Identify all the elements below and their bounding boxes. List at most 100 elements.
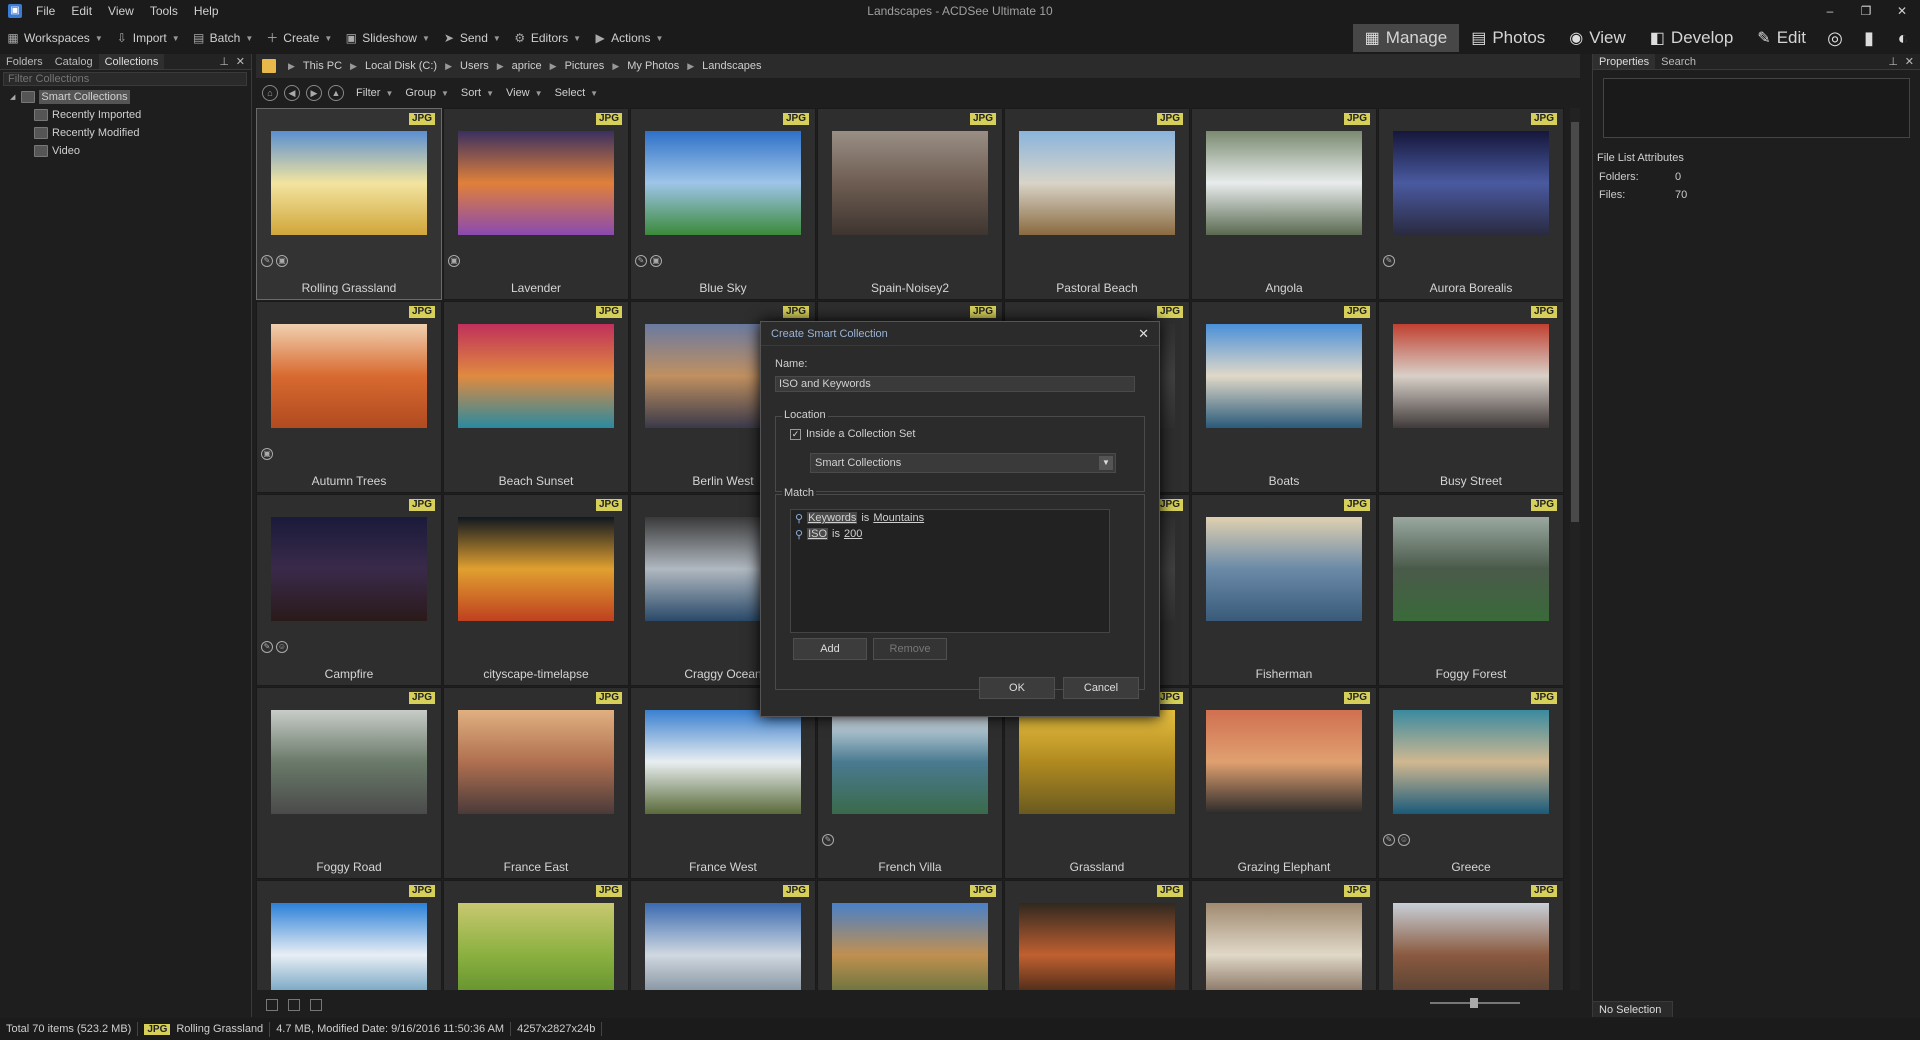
thumbnail-tile[interactable]: JPG Busy Street — [1378, 301, 1564, 493]
breadcrumb-users[interactable]: Users — [460, 60, 489, 72]
back-icon[interactable]: ◀ — [284, 85, 300, 101]
rotate-left-icon[interactable] — [266, 999, 278, 1011]
restore-icon[interactable]: ❐ — [1848, 0, 1884, 22]
thumbnail-tile[interactable]: JPG Foggy Forest — [1378, 494, 1564, 686]
thumbnail-tile[interactable]: JPG ✎ ☺ Campfire — [256, 494, 442, 686]
tree-item-recently-imported[interactable]: Recently Imported — [0, 106, 251, 124]
thumbnail-image[interactable] — [458, 903, 614, 990]
vertical-scrollbar[interactable] — [1570, 108, 1580, 990]
thumbnail-image[interactable] — [645, 710, 801, 814]
collection-name-input[interactable] — [775, 376, 1135, 392]
tree-item-recently-modified[interactable]: Recently Modified — [0, 124, 251, 142]
mode-manage[interactable]: ▦ Manage — [1352, 24, 1460, 52]
thumbnail-tile[interactable]: JPG Angola — [1191, 108, 1377, 300]
mode-develop[interactable]: ◧ Develop — [1638, 24, 1746, 52]
remove-rule-button[interactable]: Remove — [873, 638, 947, 660]
thumbnail-tile[interactable]: JPG — [1004, 880, 1190, 990]
zoom-slider-knob[interactable] — [1470, 998, 1478, 1008]
breadcrumb-landscapes[interactable]: Landscapes — [702, 60, 761, 72]
thumbnail-image[interactable] — [458, 324, 614, 428]
tree-item-smart-collections[interactable]: ◢ Smart Collections — [0, 88, 251, 106]
mode-view[interactable]: ◉ View — [1557, 24, 1638, 52]
close-pane-icon[interactable]: ✕ — [1905, 54, 1914, 70]
nav-menu-view[interactable]: View ▼ — [506, 87, 543, 99]
thumbnail-tile[interactable]: JPG Fisherman — [1191, 494, 1377, 686]
rule-operator[interactable]: is — [832, 528, 840, 540]
thumbnail-image[interactable] — [271, 324, 427, 428]
thumbnail-tile[interactable]: JPG — [256, 880, 442, 990]
mode-photos[interactable]: ▤ Photos — [1459, 24, 1557, 52]
close-pane-icon[interactable]: ✕ — [236, 54, 245, 70]
thumbnail-image[interactable] — [1393, 131, 1549, 235]
thumbnail-tile[interactable]: JPG ✎ Aurora Borealis — [1378, 108, 1564, 300]
close-icon[interactable]: ✕ — [1884, 0, 1920, 22]
menu-file[interactable]: File — [28, 4, 63, 18]
chevron-down-icon[interactable]: ▼ — [1099, 456, 1113, 470]
thumbnail-tile[interactable]: JPG ✎ ☺ Greece — [1378, 687, 1564, 879]
menu-help[interactable]: Help — [186, 4, 227, 18]
365-icon[interactable]: ◎ — [1818, 24, 1852, 52]
rotate-right-icon[interactable] — [288, 999, 300, 1011]
thumbnail-tile[interactable]: JPG Boats — [1191, 301, 1377, 493]
thumbnail-image[interactable] — [645, 131, 801, 235]
thumbnail-image[interactable] — [645, 903, 801, 990]
minimize-icon[interactable]: – — [1812, 0, 1848, 22]
thumbnail-tile[interactable]: JPG ▣ Autumn Trees — [256, 301, 442, 493]
dialog-title-bar[interactable]: Create Smart Collection ✕ — [761, 322, 1159, 346]
thumbnail-image[interactable] — [271, 131, 427, 235]
toolbar-editors-button[interactable]: ⚙ Editors ▼ — [507, 25, 587, 51]
expand-icon[interactable]: ◢ — [10, 93, 15, 101]
rule-value[interactable]: Mountains — [873, 512, 924, 524]
tab-collections[interactable]: Collections — [98, 54, 165, 69]
filter-collections-input[interactable] — [3, 72, 247, 86]
nav-menu-filter[interactable]: Filter ▼ — [356, 87, 393, 99]
thumbnail-image[interactable] — [271, 710, 427, 814]
match-rule[interactable]: ⚲ Keywords is Mountains — [791, 510, 1109, 526]
toolbar-workspaces-button[interactable]: ▦ Workspaces ▼ — [0, 25, 109, 51]
toolbar-import-button[interactable]: ⇩ Import ▼ — [109, 25, 186, 51]
cancel-button[interactable]: Cancel — [1063, 677, 1139, 699]
rule-value[interactable]: 200 — [844, 528, 862, 540]
thumbnail-image[interactable] — [458, 517, 614, 621]
thumbnail-image[interactable] — [832, 903, 988, 990]
toolbar-batch-button[interactable]: ▤ Batch ▼ — [186, 25, 260, 51]
tab-folders[interactable]: Folders — [0, 54, 49, 69]
thumbnail-tile[interactable]: JPG Grazing Elephant — [1191, 687, 1377, 879]
toolbar-create-button[interactable]: ＋ Create ▼ — [259, 25, 338, 51]
thumbnail-image[interactable] — [1393, 903, 1549, 990]
home-icon[interactable]: ⌂ — [262, 85, 278, 101]
breadcrumb-my-photos[interactable]: My Photos — [627, 60, 679, 72]
menu-view[interactable]: View — [100, 4, 142, 18]
toolbar-send-button[interactable]: ➤ Send ▼ — [436, 25, 507, 51]
add-rule-button[interactable]: Add — [793, 638, 867, 660]
thumbnail-image[interactable] — [458, 710, 614, 814]
thumbnail-image[interactable] — [1206, 710, 1362, 814]
tab-catalog[interactable]: Catalog — [49, 54, 99, 69]
thumbnail-tile[interactable]: JPG Foggy Road — [256, 687, 442, 879]
thumbnail-image[interactable] — [458, 131, 614, 235]
tab-properties[interactable]: Properties — [1593, 54, 1656, 69]
thumbnail-tile[interactable]: JPG — [443, 880, 629, 990]
rule-operator[interactable]: is — [861, 512, 869, 524]
thumbnail-image[interactable] — [271, 903, 427, 990]
thumbnail-image[interactable] — [1393, 517, 1549, 621]
app-icon[interactable]: ▣ — [8, 4, 22, 18]
thumbnail-tile[interactable]: JPG cityscape-timelapse — [443, 494, 629, 686]
thumbnail-image[interactable] — [1206, 324, 1362, 428]
ok-button[interactable]: OK — [979, 677, 1055, 699]
breadcrumb-local-disk-c[interactable]: Local Disk (C:) — [365, 60, 437, 72]
thumbnail-tile[interactable]: JPG ✎ ▣ Blue Sky — [630, 108, 816, 300]
toolbar-slideshow-button[interactable]: ▣ Slideshow ▼ — [338, 25, 436, 51]
tree-item-video[interactable]: Video — [0, 142, 251, 160]
scrollbar-thumb[interactable] — [1571, 122, 1579, 522]
thumbnail-tile[interactable]: JPG — [630, 880, 816, 990]
thumbnail-tile[interactable]: JPG ▣ Lavender — [443, 108, 629, 300]
luminous-icon[interactable]: ◐ — [1886, 24, 1920, 52]
menu-tools[interactable]: Tools — [142, 4, 186, 18]
thumbnail-image[interactable] — [1393, 710, 1549, 814]
thumbnail-image[interactable] — [1206, 131, 1362, 235]
inside-collection-set-checkbox[interactable]: ✓ — [790, 429, 801, 440]
thumbnail-tile[interactable]: JPG Spain-Noisey2 — [817, 108, 1003, 300]
thumbnail-tile[interactable]: JPG — [817, 880, 1003, 990]
breadcrumb-this-pc[interactable]: This PC — [303, 60, 342, 72]
